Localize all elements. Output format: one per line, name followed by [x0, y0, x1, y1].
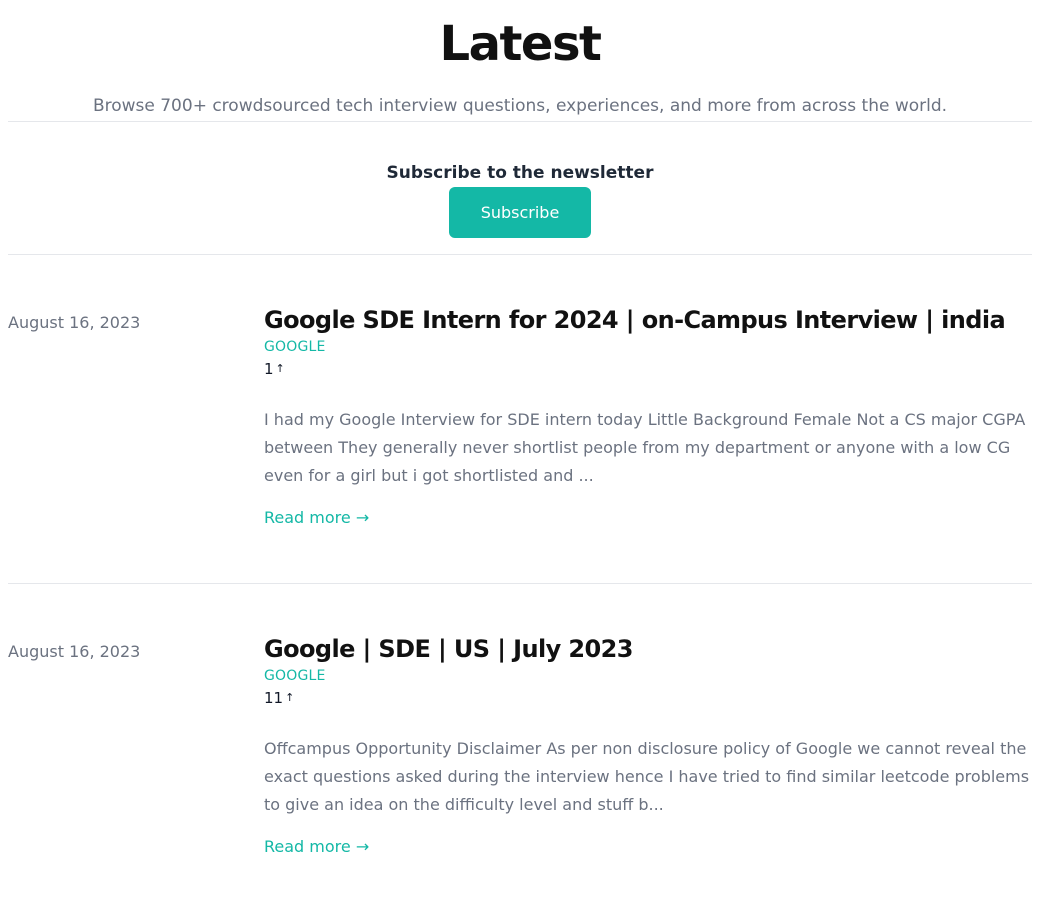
page-title: Latest	[439, 16, 603, 72]
subscribe-button[interactable]: Subscribe	[449, 187, 591, 238]
newsletter-section: Subscribe to the newsletter Subscribe	[8, 122, 1032, 255]
post-votes: 11 ↑	[264, 689, 1034, 707]
post-title: Google SDE Intern for 2024 | on-Campus I…	[264, 305, 1034, 335]
post-title: Google | SDE | US | July 2023	[264, 634, 1034, 664]
vote-count: 1	[264, 360, 274, 378]
post-date: August 16, 2023	[8, 642, 141, 661]
page-header: Latest Browse 700+ crowdsourced tech int…	[8, 0, 1032, 122]
post-title-link[interactable]: Google SDE Intern for 2024 | on-Campus I…	[264, 306, 1006, 334]
post-item: August 16, 2023 Google SDE Intern for 20…	[8, 255, 1032, 584]
post-date: August 16, 2023	[8, 313, 141, 332]
page-subtitle: Browse 700+ crowdsourced tech interview …	[92, 96, 948, 116]
read-more-link[interactable]: Read more →	[264, 837, 369, 857]
post-excerpt: Offcampus Opportunity Disclaimer As per …	[264, 739, 1030, 814]
post-tag-link[interactable]: GOOGLE	[264, 338, 1034, 356]
read-more-link[interactable]: Read more →	[264, 508, 369, 528]
post-votes: 1 ↑	[264, 360, 1034, 378]
newsletter-heading: Subscribe to the newsletter	[386, 163, 654, 183]
arrow-up-icon[interactable]: ↑	[285, 689, 294, 707]
post-title-link[interactable]: Google | SDE | US | July 2023	[264, 635, 633, 663]
post-item: August 16, 2023 Google | SDE | US | July…	[8, 584, 1032, 904]
post-body: Google | SDE | US | July 2023 GOOGLE 11 …	[264, 634, 1034, 857]
post-tag-link[interactable]: GOOGLE	[264, 667, 1034, 685]
page-container: Latest Browse 700+ crowdsourced tech int…	[8, 0, 1032, 904]
vote-count: 11	[264, 689, 284, 707]
arrow-up-icon[interactable]: ↑	[276, 360, 285, 378]
post-excerpt: I had my Google Interview for SDE intern…	[264, 410, 1026, 485]
post-body: Google SDE Intern for 2024 | on-Campus I…	[264, 305, 1034, 528]
